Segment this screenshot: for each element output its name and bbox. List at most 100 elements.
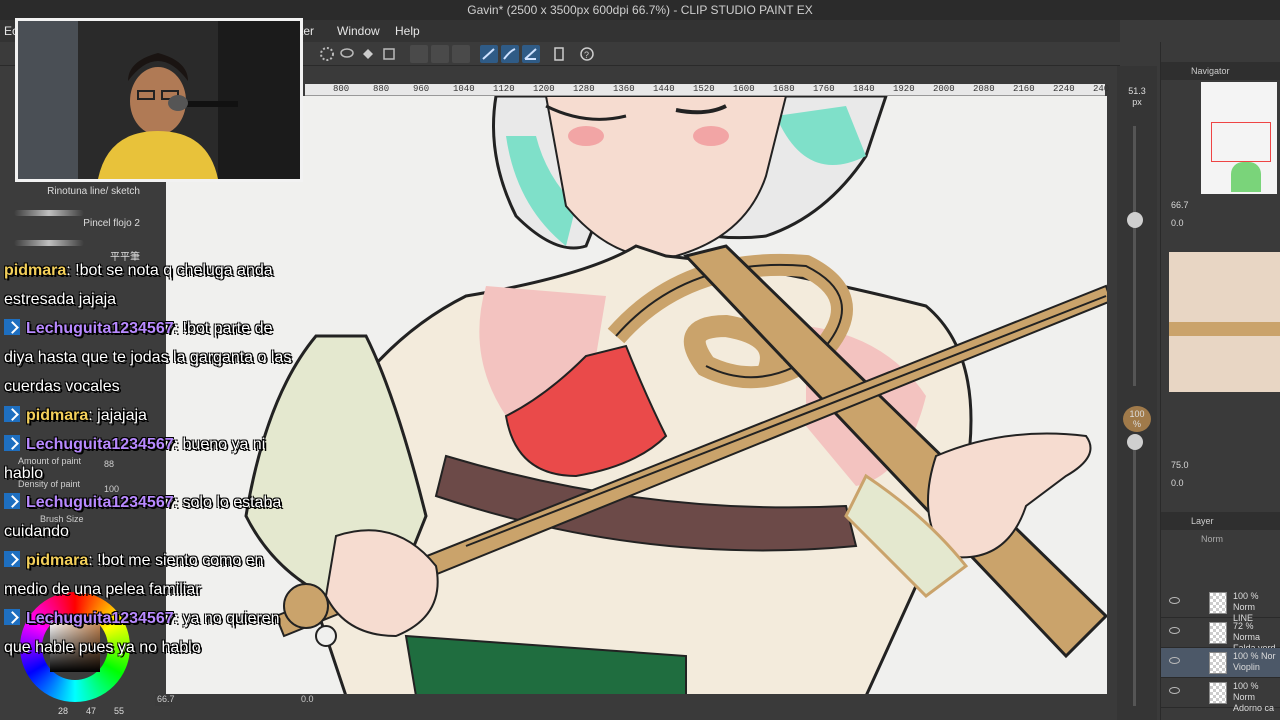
eye-icon[interactable] (1169, 597, 1180, 604)
menu-item-help[interactable]: Help (395, 24, 420, 38)
ruler-tick: 2080 (973, 84, 995, 94)
status-angle[interactable]: 0.0 (301, 694, 314, 704)
chat-username: pidmara (26, 552, 89, 569)
ruler-tick: 1920 (893, 84, 915, 94)
webcam-overlay (15, 18, 303, 182)
ruler-tick: 800 (333, 84, 350, 94)
layer-info: 100 % Nor Vioplin (1233, 651, 1276, 673)
navigator-zoom[interactable]: 66.7 (1171, 200, 1189, 210)
sub-view-zoom[interactable]: 75.0 (1171, 460, 1189, 470)
ruler-tick: 1360 (613, 84, 635, 94)
layer-thumbnail (1209, 592, 1227, 614)
chat-text: : jajajaja (88, 407, 147, 424)
lasso-icon[interactable] (338, 45, 356, 63)
layer-mode: Norm (1233, 692, 1255, 702)
brush-label: Rinotuna line/ sketch (47, 186, 140, 197)
layer-mode: Norm (1233, 602, 1255, 612)
brush-item-rinotuna[interactable]: Rinotuna line/ sketch (8, 186, 140, 212)
chat-username: pidmara (4, 262, 67, 279)
brush-label: Pincel flojo 2 (83, 218, 140, 229)
chat-username: Lechuguita1234567 (26, 436, 174, 453)
chat-username: pidmara (26, 407, 89, 424)
fill-icon[interactable] (359, 45, 377, 63)
ruler-tick: 2240 (1053, 84, 1075, 94)
artwork-illustration (244, 96, 1107, 694)
prime-badge-icon (4, 551, 20, 567)
vector-snap-icon[interactable] (522, 45, 540, 63)
color-v-value: 55 (114, 706, 125, 716)
layer-thumbnail (1209, 622, 1227, 644)
ruler-tick: 2160 (1013, 84, 1035, 94)
brush-size-value[interactable]: 51.3 (1123, 86, 1151, 96)
ruler-icon[interactable] (550, 45, 568, 63)
menu-item-window[interactable]: Window (337, 24, 380, 38)
ruler-tick: 880 (373, 84, 390, 94)
ruler-tick: 1840 (853, 84, 875, 94)
drawing-canvas[interactable] (166, 96, 1107, 694)
ruler-tick: 1280 (573, 84, 595, 94)
pressure-icon[interactable] (501, 45, 519, 63)
sub-view-angle[interactable]: 0.0 (1171, 478, 1184, 488)
layer-row[interactable]: 100 % Norm LINE (1161, 588, 1280, 623)
layer-opacity: 72 % (1233, 621, 1254, 631)
brush-preview (14, 210, 84, 216)
layer-opacity: 100 % (1233, 651, 1259, 661)
streamer-video (18, 21, 300, 179)
color-s-value: 47 (86, 706, 97, 716)
layer-header[interactable]: Layer (1161, 512, 1280, 530)
deselect-icon[interactable] (452, 45, 470, 63)
help-icon[interactable]: ? (578, 45, 596, 63)
ruler-tick: 1760 (813, 84, 835, 94)
right-panel: Navigator 66.7 0.0 75.0 0.0 Layer Norm 1… (1160, 42, 1280, 720)
ruler-tick: 1200 (533, 84, 555, 94)
navigator-preview[interactable] (1201, 82, 1277, 194)
chat-username: Lechuguita1234567 (26, 494, 174, 511)
ruler-tick: 2000 (933, 84, 955, 94)
transform-icon[interactable] (380, 45, 398, 63)
opacity-slider[interactable] (1133, 446, 1136, 706)
brush-size-unit: px (1132, 97, 1142, 107)
prime-badge-icon (4, 435, 20, 451)
layer-thumbnail (1209, 652, 1227, 674)
layer-thumbnail (1209, 682, 1227, 704)
sub-view-preview[interactable] (1169, 252, 1280, 392)
chat-message: pidmara: !bot me siento como en medio de… (4, 546, 294, 604)
prime-badge-icon (4, 609, 20, 625)
clear-icon[interactable] (410, 45, 428, 63)
chat-message: Lechuguita1234567: solo lo estaba cuidan… (4, 488, 294, 546)
layer-row[interactable]: 100 % Nor Vioplin (1161, 648, 1280, 678)
crop-icon[interactable] (431, 45, 449, 63)
blend-mode-select[interactable]: Norm (1201, 534, 1223, 544)
layer-mode: Nor (1261, 651, 1276, 661)
chat-username: Lechuguita1234567 (26, 320, 174, 337)
eye-icon[interactable] (1169, 657, 1180, 664)
layer-row[interactable]: 72 % NormaFalda verd (1161, 618, 1280, 653)
layer-row[interactable]: 100 % Norm Adorno ca (1161, 678, 1280, 713)
ruler-tick: 1440 (653, 84, 675, 94)
navigator-angle[interactable]: 0.0 (1171, 218, 1184, 228)
size-opacity-column: 51.3 px 100% (1117, 66, 1157, 720)
brush-size-handle[interactable] (1127, 212, 1143, 228)
ruler-tick: 1680 (773, 84, 795, 94)
spinner-icon[interactable] (318, 45, 336, 63)
opacity-handle[interactable] (1127, 434, 1143, 450)
eye-icon[interactable] (1169, 627, 1180, 634)
prime-badge-icon (4, 319, 20, 335)
opacity-value[interactable]: 100% (1123, 406, 1151, 432)
svg-text:?: ? (584, 50, 589, 60)
ruler-tick: 1120 (493, 84, 515, 94)
ruler-tick: 240 (1093, 84, 1110, 94)
ruler-tick: 1040 (453, 84, 475, 94)
layer-opacity: 100 % (1233, 681, 1259, 691)
brush-size-slider[interactable] (1133, 126, 1136, 386)
ruler-tick: 960 (413, 84, 430, 94)
stabilizer-icon[interactable] (480, 45, 498, 63)
status-bar: 66.7 0.0 (155, 694, 1117, 706)
chat-message: Lechuguita1234567: bueno ya ni hablo (4, 430, 294, 488)
prime-badge-icon (4, 406, 20, 422)
eye-icon[interactable] (1169, 687, 1180, 694)
color-h-value: 28 (58, 706, 69, 716)
status-zoom[interactable]: 66.7 (157, 694, 175, 704)
chat-message: Lechuguita1234567: ya no quieren que hab… (4, 604, 294, 662)
navigator-header[interactable]: Navigator (1161, 62, 1280, 80)
